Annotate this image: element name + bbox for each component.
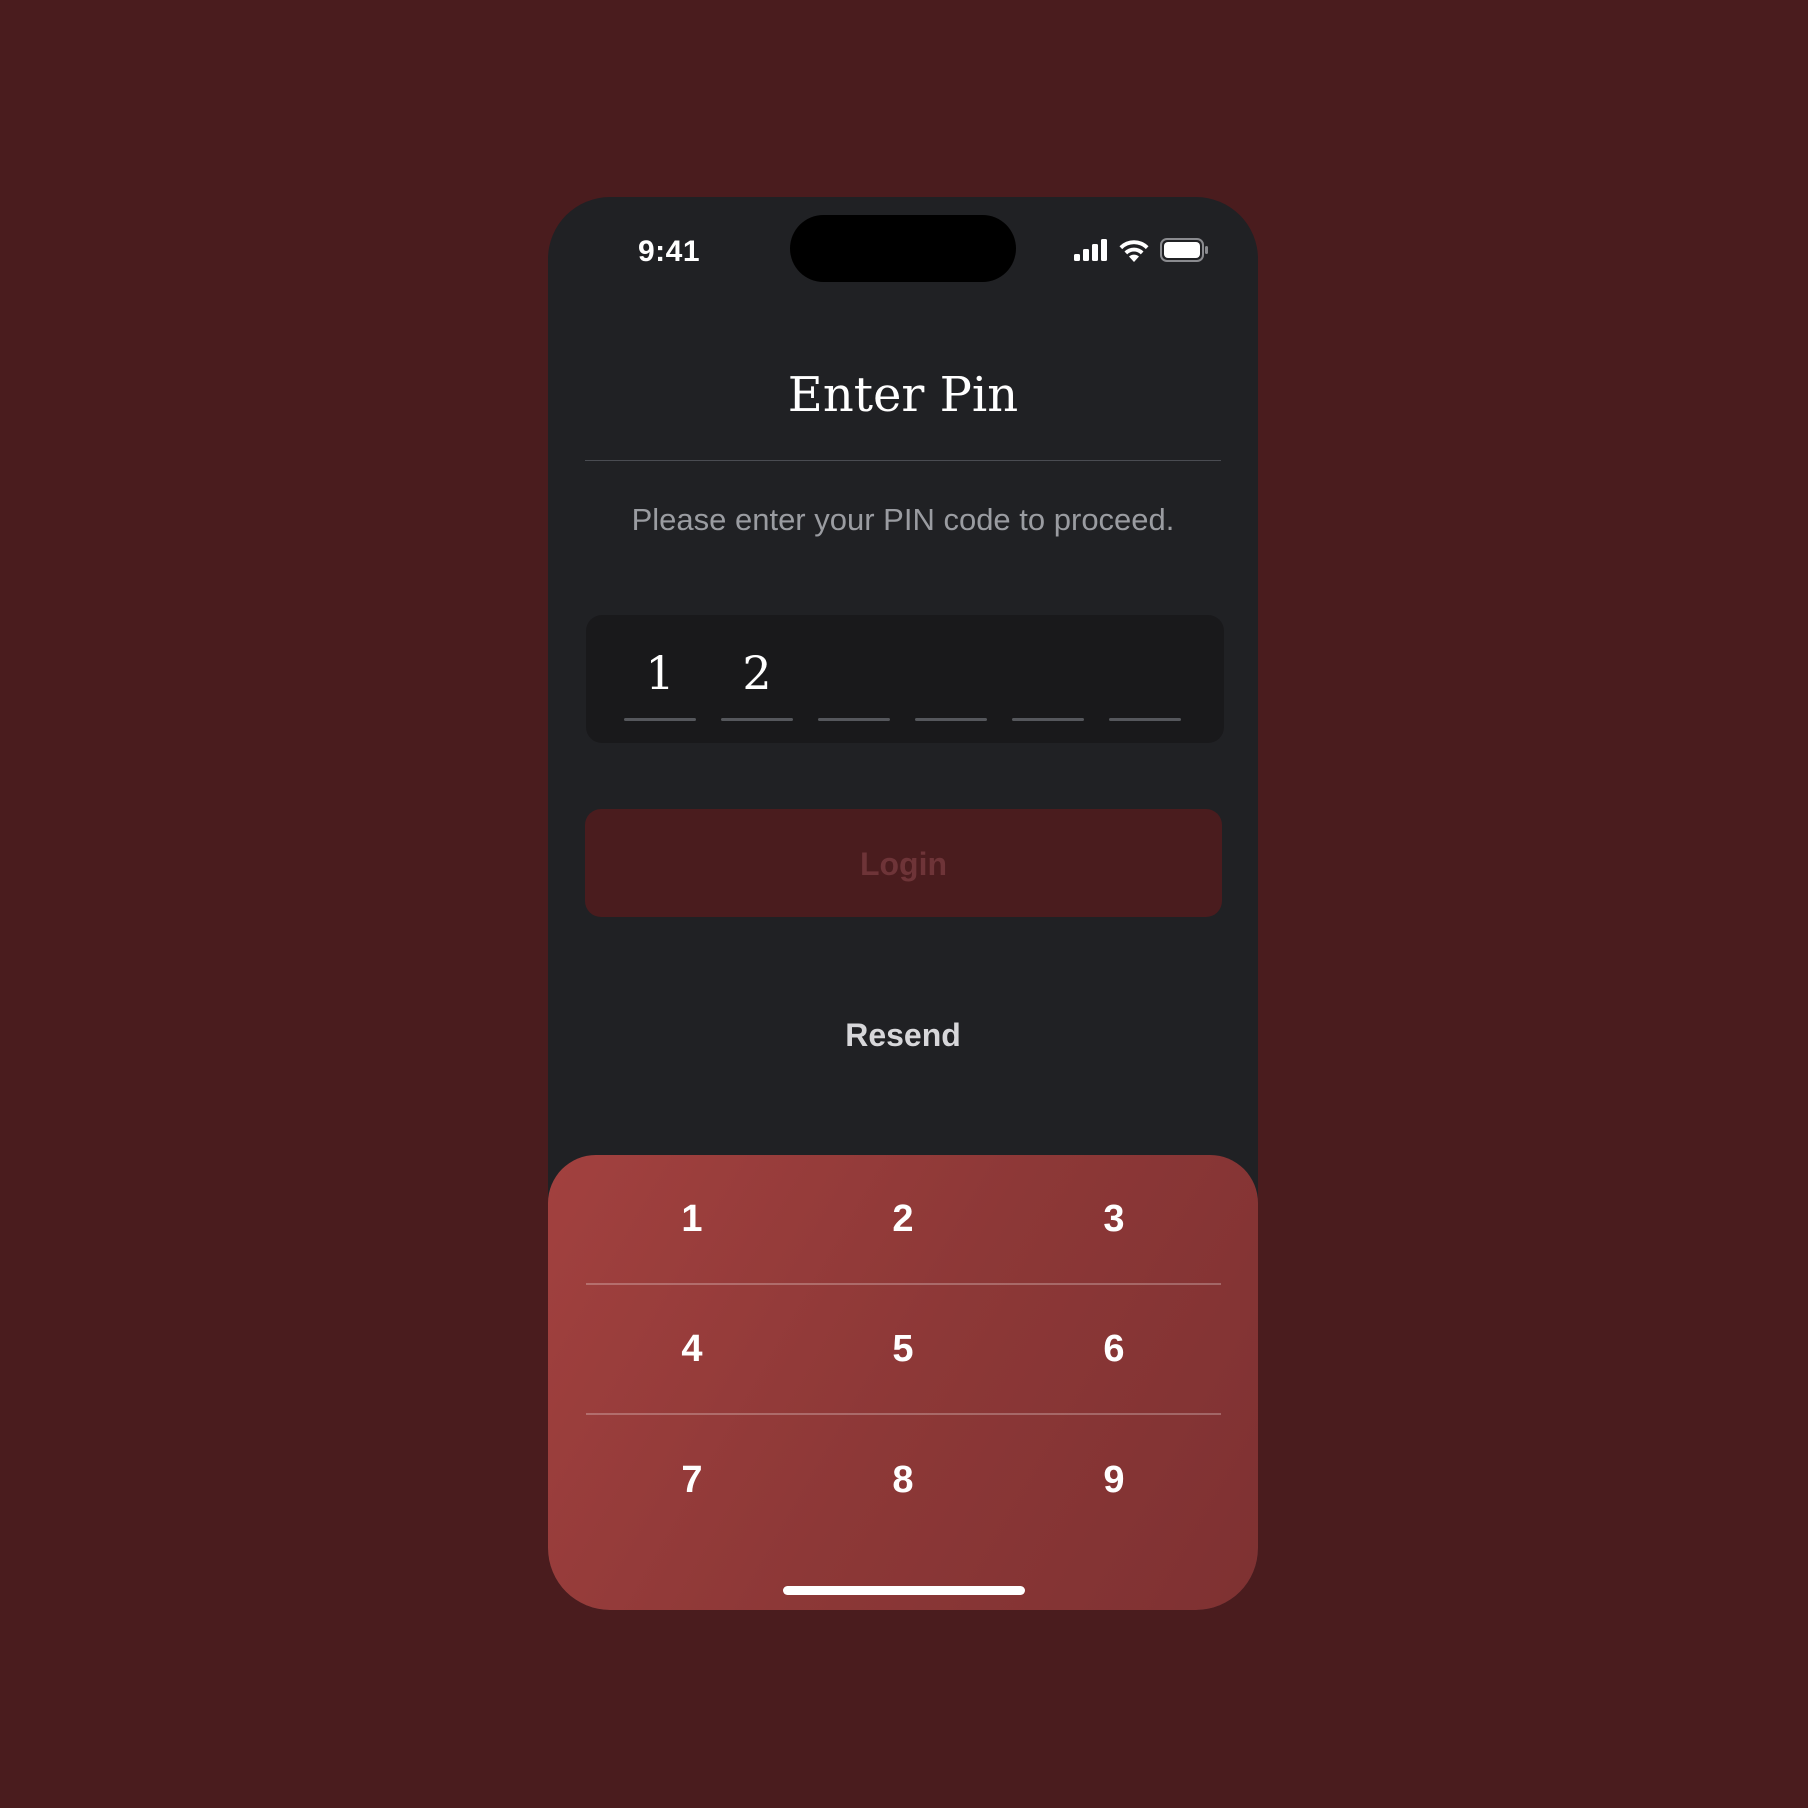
- pin-slot-6[interactable]: [1109, 643, 1181, 721]
- key-6[interactable]: 6: [1014, 1309, 1214, 1389]
- pin-slot-4[interactable]: [915, 643, 987, 721]
- title-divider: [585, 460, 1221, 461]
- resend-link[interactable]: Resend: [548, 1017, 1258, 1054]
- pin-input[interactable]: 1 2: [586, 615, 1224, 743]
- keypad-divider: [586, 1413, 1221, 1415]
- key-8[interactable]: 8: [803, 1440, 1003, 1520]
- page-title: Enter Pin: [787, 367, 1019, 423]
- signal-icon: [1074, 238, 1108, 266]
- instruction-text: Please enter your PIN code to proceed.: [631, 502, 1175, 537]
- key-1[interactable]: 1: [592, 1179, 792, 1259]
- pin-slot-2[interactable]: 2: [721, 643, 793, 721]
- dynamic-island: [790, 215, 1016, 282]
- key-3[interactable]: 3: [1014, 1179, 1214, 1259]
- pin-underline: [1012, 718, 1084, 721]
- key-7[interactable]: 7: [592, 1440, 792, 1520]
- status-icons: [1074, 237, 1208, 267]
- key-9[interactable]: 9: [1014, 1440, 1214, 1520]
- keypad-divider: [586, 1283, 1221, 1285]
- home-indicator[interactable]: [783, 1586, 1025, 1595]
- pin-underline: [721, 718, 793, 721]
- pin-digit: 2: [742, 646, 772, 700]
- pin-slot-1[interactable]: 1: [624, 643, 696, 721]
- pin-underline: [915, 718, 987, 721]
- numeric-keypad: 1 2 3 4 5 6 7 8 9: [548, 1155, 1258, 1610]
- key-5[interactable]: 5: [803, 1309, 1003, 1389]
- key-2[interactable]: 2: [803, 1179, 1003, 1259]
- pin-underline: [624, 718, 696, 721]
- pin-slot-5[interactable]: [1012, 643, 1084, 721]
- pin-underline: [818, 718, 890, 721]
- wifi-icon: [1118, 238, 1150, 267]
- status-time: 9:41: [638, 235, 701, 268]
- login-button[interactable]: Login: [585, 809, 1222, 917]
- pin-slot-3[interactable]: [818, 643, 890, 721]
- phone-screen: 9:41 Enter Pin Please enter your PIN cod…: [548, 197, 1258, 1610]
- key-4[interactable]: 4: [592, 1309, 792, 1389]
- pin-digit: 1: [645, 646, 675, 700]
- battery-icon: [1160, 237, 1208, 267]
- pin-underline: [1109, 718, 1181, 721]
